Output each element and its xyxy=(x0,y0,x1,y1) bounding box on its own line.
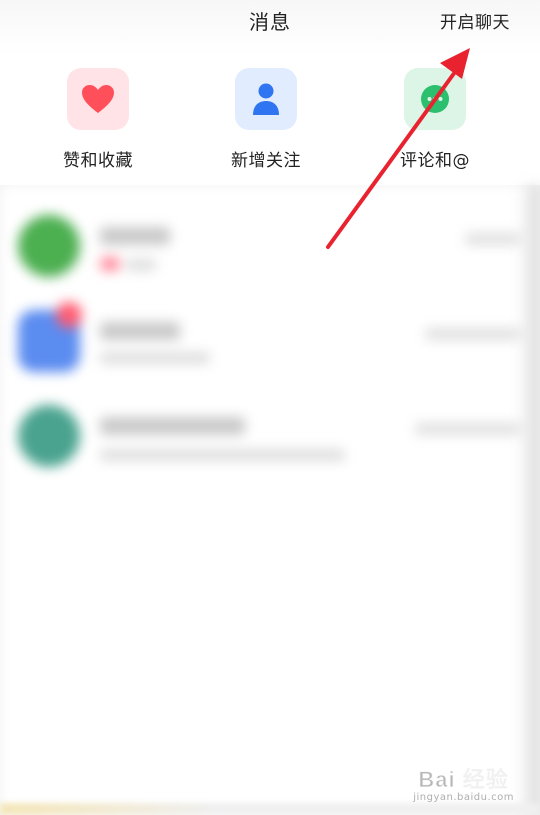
start-chat-button[interactable]: 开启聊天 xyxy=(440,8,510,33)
comment-icon xyxy=(421,85,449,113)
blurred-bottom-bar xyxy=(0,803,540,815)
comments-tile xyxy=(404,68,466,130)
list-item[interactable] xyxy=(0,395,540,487)
heart-icon xyxy=(82,85,114,113)
avatar xyxy=(18,215,80,277)
list-item[interactable] xyxy=(0,300,540,392)
new-followers-label: 新增关注 xyxy=(231,151,301,171)
new-followers-shortcut[interactable]: 新增关注 xyxy=(206,68,326,178)
comments-and-mentions-shortcut[interactable]: 评论和@ xyxy=(375,68,495,178)
avatar xyxy=(18,405,80,467)
message-header: 消息 开启聊天 赞和收藏 新增关注 评论和@ xyxy=(0,0,540,185)
conversation-list xyxy=(0,185,540,815)
person-icon xyxy=(253,83,279,115)
list-item[interactable] xyxy=(0,205,540,297)
comments-and-mentions-label: 评论和@ xyxy=(400,151,470,171)
followers-tile xyxy=(235,68,297,130)
likes-and-collects-shortcut[interactable]: 赞和收藏 xyxy=(38,68,158,178)
likes-tile xyxy=(67,68,129,130)
likes-and-collects-label: 赞和收藏 xyxy=(63,151,133,171)
